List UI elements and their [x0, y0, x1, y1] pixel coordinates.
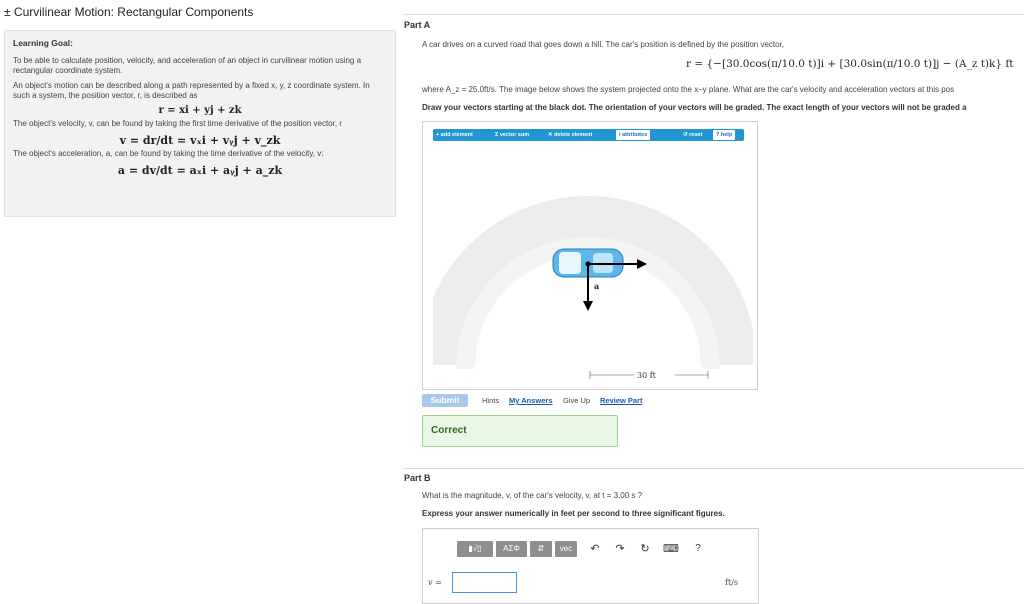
delete-element-label: delete element: [554, 132, 593, 138]
part-a-intro: A car drives on a curved road that goes …: [422, 40, 785, 49]
review-part-link[interactable]: Review Part: [600, 396, 643, 405]
goal-text-2: An object's motion can be described alon…: [13, 81, 370, 100]
x-icon: ✕: [548, 132, 553, 138]
sigma-icon: Σ: [495, 132, 499, 138]
equation-position: r = xi + yj + zk: [158, 105, 242, 116]
help-label: help: [720, 132, 733, 138]
learning-goal-panel: Learning Goal: To be able to calculate p…: [4, 30, 396, 217]
learning-goal-heading: Learning Goal:: [13, 38, 73, 48]
divider: [403, 14, 1024, 15]
keyboard-icon[interactable]: ⌨: [663, 541, 679, 557]
greek-symbols-button[interactable]: ΑΣΦ: [496, 541, 527, 557]
velocity-answer-input[interactable]: [452, 572, 517, 593]
applet-canvas[interactable]: a 30 ft: [433, 145, 753, 385]
reset-button[interactable]: ↺ reset: [683, 129, 702, 141]
part-a-instruction: Draw your vectors starting at the black …: [422, 103, 967, 112]
delete-element-button[interactable]: ✕ delete element: [548, 129, 592, 141]
goal-text-3: The object's velocity, v, can be found b…: [13, 119, 342, 128]
add-element-button[interactable]: + add element: [436, 129, 473, 141]
hints-link[interactable]: Hints: [482, 396, 499, 405]
equation-velocity: v = dr/dt = vₓi + vᵧj + v_zk: [119, 134, 281, 147]
help-icon[interactable]: ?: [692, 541, 704, 557]
add-element-label: add element: [440, 132, 473, 138]
goal-text-1: To be able to calculate position, veloci…: [13, 56, 362, 75]
origin-dot: [585, 261, 591, 267]
redo-icon[interactable]: ↷: [613, 541, 627, 557]
part-b-question: What is the magnitude, v, of the car's v…: [422, 491, 643, 500]
reset-icon: ↺: [683, 132, 688, 138]
page-title: ± Curvilinear Motion: Rectangular Compon…: [4, 5, 254, 19]
submit-button[interactable]: Submit: [422, 394, 468, 407]
vector-label-a: a: [594, 281, 599, 291]
position-formula: r = {−[30.0cos(π/10.0 t)]i + [30.0sin(π/…: [686, 58, 1014, 70]
give-up-link[interactable]: Give Up: [563, 396, 590, 405]
part-b-instruction: Express your answer numerically in feet …: [422, 509, 725, 518]
v-label: v =: [428, 578, 442, 587]
vector-sum-label: vector sum: [499, 132, 530, 138]
unit-label: ft/s: [725, 578, 738, 587]
equation-acceleration: a = dv/dt = aₓi + aᵧj + a_zk: [117, 164, 283, 177]
goal-text-4: The object's acceleration, a, can be fou…: [13, 149, 324, 158]
help-button[interactable]: ? help: [713, 130, 736, 140]
attributes-label: attributes: [622, 132, 648, 138]
my-answers-link[interactable]: My Answers: [509, 396, 553, 405]
part-a-where: where A_z = 25.0ft/s. The image below sh…: [422, 85, 955, 94]
attributes-button[interactable]: ⅰ attributes: [616, 130, 651, 140]
reset-label: reset: [689, 132, 703, 138]
part-a-label: Part A: [404, 20, 431, 30]
undo-icon[interactable]: ↶: [588, 541, 602, 557]
part-b-label: Part B: [404, 473, 431, 483]
sort-button[interactable]: ⇵: [530, 541, 552, 557]
dimension-label: 30 ft: [637, 371, 657, 380]
templates-button[interactable]: ▮√▯: [457, 541, 493, 557]
correct-feedback: Correct: [422, 415, 618, 447]
divider-part-b: [403, 468, 1024, 469]
info-icon: ⅰ: [619, 132, 621, 138]
vector-sum-button[interactable]: Σ vector sum: [495, 129, 529, 141]
reset-icon[interactable]: ↻: [638, 541, 652, 557]
applet-toolbar: + add element Σ vector sum ✕ delete elem…: [433, 129, 744, 141]
vec-button[interactable]: vec: [555, 541, 577, 557]
acceleration-arrowhead: [583, 301, 593, 311]
